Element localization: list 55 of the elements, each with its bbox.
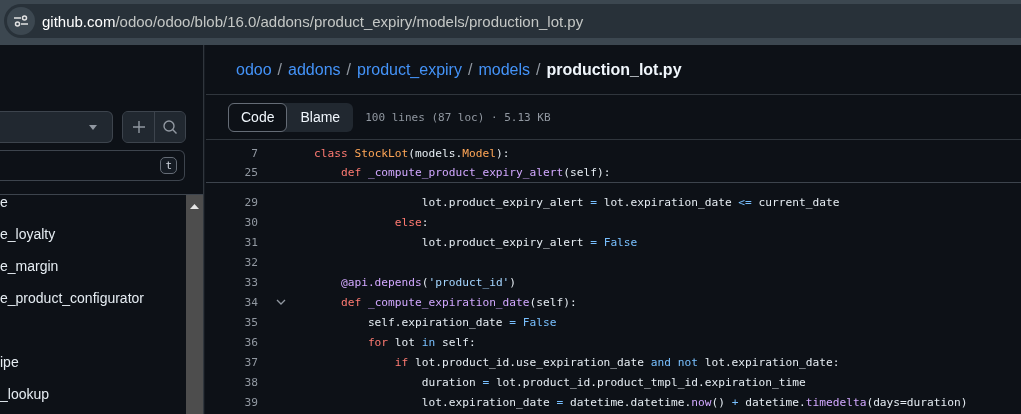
file-tree-item[interactable]: e_product_configurator [0,282,186,314]
code-line: duration = lot.product_id.product_tmpl_id.expiration_time [420,375,806,389]
code-line: def _compute_product_expiry_alert(self): [339,166,611,179]
breadcrumb-separator: / [536,60,541,79]
file-name: production_lot.py [546,60,682,79]
line-number: 25 [243,166,258,179]
code-line: @api.depends('product_id') [339,275,517,289]
scrollbar[interactable] [186,195,203,414]
file-tree-item[interactable]: e [0,195,186,218]
plus-icon [131,120,146,134]
search-button[interactable] [154,112,185,142]
code-line: lot.product_expiry_alert = lot.expiration_date <= current_date [420,195,840,209]
breadcrumb-separator: / [346,60,351,79]
search-icon [162,119,178,135]
line-number: 32 [243,255,258,269]
view-tab[interactable]: Code [228,102,288,132]
line-number: 31 [243,235,258,249]
line-number: 34 [243,295,258,309]
line-number: 38 [243,375,258,389]
url-text: github.com/odoo/odoo/blob/16.0/addons/product_expiry/models/production_lot.py [42,12,584,30]
code-line: class StockLot(models.Model): [314,147,510,160]
line-number: 36 [243,335,258,349]
code-line: lot.expiration_date = datetime.datetime.now() + datetime.timedelta(days=duration) [420,395,968,409]
chevron-down-icon[interactable] [276,299,286,305]
file-tree-item[interactable]: _lookup [0,378,186,410]
breadcrumb-separator: / [277,60,283,79]
breadcrumb-separator: / [467,60,473,79]
address-bar[interactable]: github.com/odoo/odoo/blob/16.0/addons/product_expiry/models/production_lot.py [4,4,1021,38]
site-settings-icon[interactable] [7,7,35,35]
line-number: 39 [243,395,258,409]
line-number: 33 [243,275,258,289]
code-line: if lot.product_id.use_expiration_date and not lot.expiration_date: [393,355,840,369]
line-number: 30 [243,215,258,229]
code-line: def _compute_expiration_date(self): [339,295,577,309]
breadcrumb-link[interactable]: product_expiry [357,60,462,79]
keyboard-shortcut: t [160,157,177,174]
line-number: 7 [250,147,258,160]
file-info: 100 lines (87 loc) · 5.13 KB [365,110,551,124]
breadcrumb-link[interactable]: models [478,60,530,79]
code-line: else: [393,215,429,229]
code-line: lot.product_expiry_alert = False [420,235,638,249]
file-tree-item[interactable]: ipe [0,346,186,378]
line-number: 37 [243,355,258,369]
code-line: for lot in self: [366,335,476,349]
file-tree-item[interactable]: e_margin [0,250,186,282]
breadcrumb-link[interactable]: addons [288,60,341,79]
file-filter-field[interactable]: t [0,150,185,181]
code-line: self.expiration_date = False [366,315,557,329]
caret-icon [89,124,97,130]
file-tree-item[interactable]: e_loyalty [0,218,186,250]
breadcrumb-link[interactable]: odoo [236,60,272,79]
scroll-up-icon[interactable] [190,204,199,209]
line-number: 29 [243,195,258,209]
view-tab[interactable]: Blame [287,102,354,132]
line-number: 35 [243,315,258,329]
